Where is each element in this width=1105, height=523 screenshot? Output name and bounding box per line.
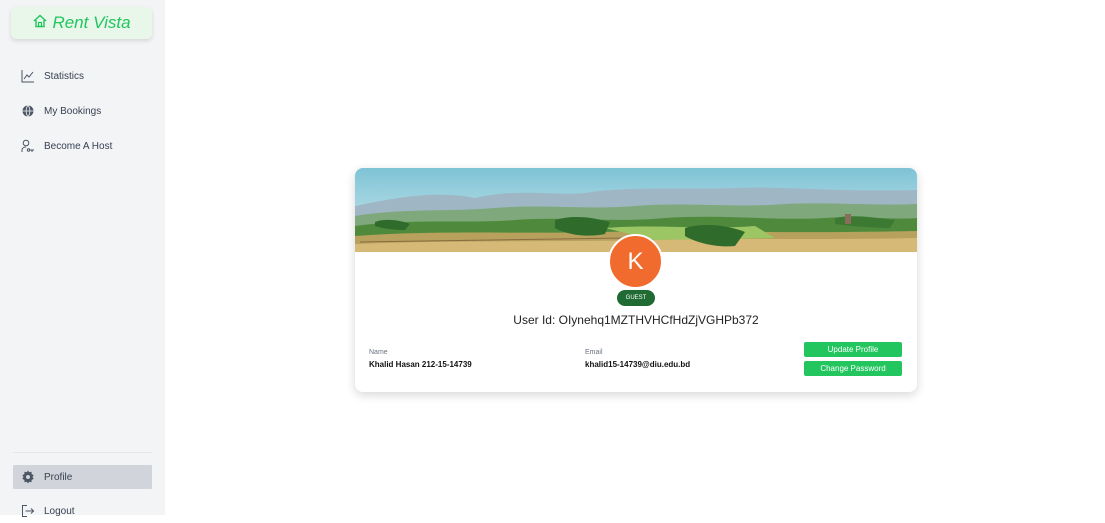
sidebar-item-label: Profile: [44, 471, 73, 483]
logout-icon: [21, 504, 35, 518]
email-value: khalid15-14739@diu.edu.bd: [585, 360, 691, 369]
sidebar-item-label: My Bookings: [44, 105, 102, 117]
sidebar-item-label: Statistics: [44, 70, 85, 82]
gear-icon: [21, 470, 35, 484]
sidebar-item-become-a-host[interactable]: Become A Host: [13, 134, 152, 158]
globe-icon: [21, 104, 35, 118]
line-chart-icon: [21, 69, 35, 83]
brand-logo[interactable]: Rent Vista: [11, 7, 152, 39]
sidebar-divider: [13, 452, 152, 453]
user-id: User Id: OIynehq1MZTHVHCfHdZjVGHPb372: [513, 313, 759, 327]
sidebar-item-statistics[interactable]: Statistics: [13, 64, 152, 88]
update-profile-button[interactable]: Update Profile: [804, 342, 902, 357]
sidebar: Rent Vista Statistics My Bookings Become…: [0, 0, 165, 517]
sidebar-item-my-bookings[interactable]: My Bookings: [13, 99, 152, 123]
user-key-icon: [21, 139, 35, 153]
avatar: K: [608, 234, 663, 289]
role-badge: GUEST: [617, 290, 655, 306]
profile-card: K GUEST User Id: OIynehq1MZTHVHCfHdZjVGH…: [355, 168, 917, 392]
sidebar-item-profile[interactable]: Profile: [13, 465, 152, 489]
sidebar-item-label: Become A Host: [44, 140, 113, 152]
home-icon: [32, 13, 48, 34]
change-password-button[interactable]: Change Password: [804, 361, 902, 376]
name-value: Khalid Hasan 212-15-14739: [369, 360, 472, 369]
brand-name: Rent Vista: [52, 13, 131, 32]
email-label: Email: [585, 349, 603, 356]
name-label: Name: [369, 349, 388, 356]
sidebar-item-logout[interactable]: Logout: [13, 499, 152, 523]
